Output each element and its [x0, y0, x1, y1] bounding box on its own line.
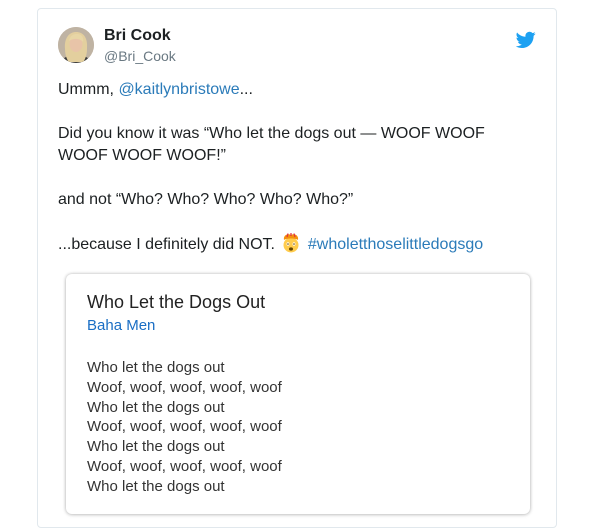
mention-link[interactable]: @kaitlynbristowe	[118, 81, 239, 98]
tweet-text-prefix: Ummm,	[58, 81, 119, 98]
lyrics-block: Who let the dogs out Woof, woof, woof, w…	[87, 358, 282, 497]
lyric-line: Who let the dogs out	[87, 438, 225, 456]
tweet-embed: Bri Cook @Bri_Cook Ummm, @kaitlynbristow…	[37, 8, 557, 528]
user-handle[interactable]: @Bri_Cook	[104, 48, 176, 64]
tweet-text-ellipsis: ...	[239, 81, 253, 98]
lyric-line: Who let the dogs out	[87, 477, 225, 495]
tweet-paragraph-2: Did you know it was “Who let the dogs ou…	[58, 125, 485, 164]
tweet-text-because: ...because I definitely did NOT.	[58, 236, 280, 253]
hashtag-link[interactable]: #wholetthoselittledogsgo	[308, 236, 483, 253]
lyrics-card[interactable]: Who Let the Dogs Out Baha Men Who let th…	[66, 274, 530, 514]
song-title: Who Let the Dogs Out	[87, 292, 266, 312]
lyric-line: Woof, woof, woof, woof, woof	[87, 457, 282, 475]
avatar-image	[58, 27, 94, 63]
exploding-head-emoji-icon	[283, 233, 299, 253]
lyric-line: Who let the dogs out	[87, 398, 225, 416]
lyric-line: Woof, woof, woof, woof, woof	[87, 378, 282, 396]
tweet-text: Ummm, @kaitlynbristowe... Did you know i…	[58, 79, 528, 256]
avatar[interactable]	[58, 27, 94, 63]
lyric-line: Who let the dogs out	[87, 359, 225, 376]
display-name[interactable]: Bri Cook	[104, 27, 171, 45]
tweet-paragraph-4: ...because I definitely did NOT. #wholet…	[58, 233, 528, 256]
tweet-paragraph-3: and not “Who? Who? Who? Who? Who?”	[58, 191, 354, 208]
artist-link[interactable]: Baha Men	[87, 317, 155, 334]
tweet-line-1: Ummm, @kaitlynbristowe...	[58, 79, 528, 101]
twitter-bird-icon[interactable]	[516, 31, 536, 49]
lyric-line: Woof, woof, woof, woof, woof	[87, 418, 282, 436]
